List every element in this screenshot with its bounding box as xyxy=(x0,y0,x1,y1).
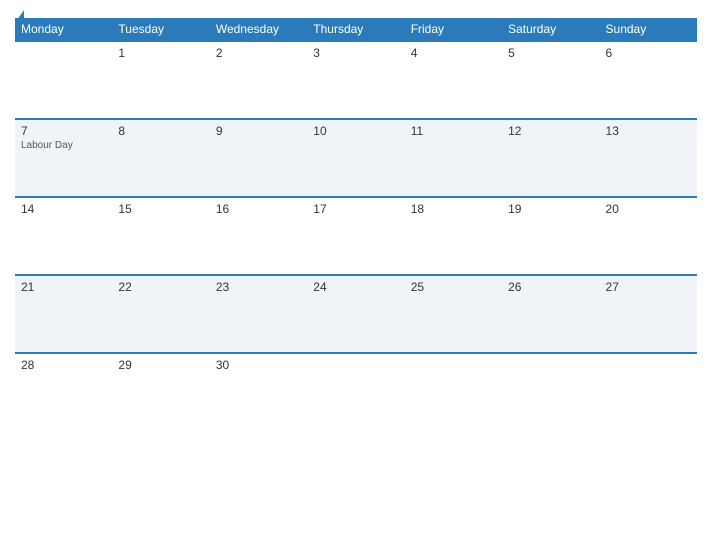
day-number: 7 xyxy=(21,124,106,138)
calendar-cell: 21 xyxy=(15,275,112,353)
day-number: 19 xyxy=(508,202,593,216)
calendar-cell: 18 xyxy=(405,197,502,275)
calendar-cell: 9 xyxy=(210,119,307,197)
calendar-cell: 26 xyxy=(502,275,599,353)
week-row-2: 7 Labour Day 89 10 11 12 13 xyxy=(15,119,697,197)
weekday-header-monday: Monday xyxy=(15,18,112,41)
day-number: 20 xyxy=(606,202,691,216)
day-number: 5 xyxy=(508,46,593,60)
weekday-header-sunday: Sunday xyxy=(600,18,697,41)
day-number: 1 xyxy=(118,46,203,60)
day-number: 12 xyxy=(508,124,593,138)
day-number: 17 xyxy=(313,202,398,216)
calendar-cell: 24 xyxy=(307,275,404,353)
week-row-1: 123456 xyxy=(15,41,697,119)
weekday-header-tuesday: Tuesday xyxy=(112,18,209,41)
day-number: 23 xyxy=(216,280,301,294)
day-number: 8 xyxy=(118,124,203,138)
day-number: 22 xyxy=(118,280,203,294)
day-number: 3 xyxy=(313,46,398,60)
weekday-header-row: MondayTuesdayWednesdayThursdayFridaySatu… xyxy=(15,18,697,41)
week-row-5: 28 29 30 xyxy=(15,353,697,431)
day-number: 15 xyxy=(118,202,203,216)
calendar-cell: 12 xyxy=(502,119,599,197)
calendar-cell xyxy=(307,353,404,431)
weekday-header-wednesday: Wednesday xyxy=(210,18,307,41)
calendar-grid: MondayTuesdayWednesdayThursdayFridaySatu… xyxy=(15,18,697,431)
calendar-cell xyxy=(502,353,599,431)
week-row-3: 14 15 16 17 18 19 20 xyxy=(15,197,697,275)
day-number: 24 xyxy=(313,280,398,294)
calendar-cell: 14 xyxy=(15,197,112,275)
logo-triangle-icon xyxy=(17,10,24,20)
weekday-header-saturday: Saturday xyxy=(502,18,599,41)
calendar-cell: 6 xyxy=(600,41,697,119)
day-number: 25 xyxy=(411,280,496,294)
calendar-cell: 5 xyxy=(502,41,599,119)
day-number: 30 xyxy=(216,358,301,372)
day-number: 16 xyxy=(216,202,301,216)
calendar-cell: 29 xyxy=(112,353,209,431)
day-number: 13 xyxy=(606,124,691,138)
calendar-cell: 13 xyxy=(600,119,697,197)
day-number: 10 xyxy=(313,124,398,138)
calendar-cell: 22 xyxy=(112,275,209,353)
day-number: 2 xyxy=(216,46,301,60)
calendar-cell: 2 xyxy=(210,41,307,119)
day-number: 14 xyxy=(21,202,106,216)
calendar-cell xyxy=(405,353,502,431)
calendar-cell: 3 xyxy=(307,41,404,119)
calendar-cell: 16 xyxy=(210,197,307,275)
calendar-cell: 27 xyxy=(600,275,697,353)
calendar-cell: 8 xyxy=(112,119,209,197)
weekday-header-friday: Friday xyxy=(405,18,502,41)
day-number: 29 xyxy=(118,358,203,372)
day-number: 6 xyxy=(606,46,691,60)
calendar-cell: 15 xyxy=(112,197,209,275)
calendar-cell: 7 Labour Day xyxy=(15,119,112,197)
day-number: 11 xyxy=(411,124,496,138)
week-row-4: 21 22 23 24 25 26 27 xyxy=(15,275,697,353)
day-number: 21 xyxy=(21,280,106,294)
weekday-header-thursday: Thursday xyxy=(307,18,404,41)
day-number: 27 xyxy=(606,280,691,294)
calendar-container: MondayTuesdayWednesdayThursdayFridaySatu… xyxy=(0,0,712,550)
day-number: 26 xyxy=(508,280,593,294)
calendar-cell: 11 xyxy=(405,119,502,197)
day-number: 18 xyxy=(411,202,496,216)
calendar-cell xyxy=(15,41,112,119)
day-number: 9 xyxy=(216,124,301,138)
calendar-cell: 30 xyxy=(210,353,307,431)
calendar-cell: 19 xyxy=(502,197,599,275)
calendar-cell: 20 xyxy=(600,197,697,275)
calendar-cell: 23 xyxy=(210,275,307,353)
calendar-cell: 17 xyxy=(307,197,404,275)
logo xyxy=(15,10,24,20)
calendar-cell: 25 xyxy=(405,275,502,353)
day-number: 28 xyxy=(21,358,106,372)
calendar-cell: 10 xyxy=(307,119,404,197)
calendar-cell: 28 xyxy=(15,353,112,431)
calendar-cell: 4 xyxy=(405,41,502,119)
calendar-cell: 1 xyxy=(112,41,209,119)
day-event: Labour Day xyxy=(21,140,106,151)
day-number: 4 xyxy=(411,46,496,60)
calendar-cell xyxy=(600,353,697,431)
